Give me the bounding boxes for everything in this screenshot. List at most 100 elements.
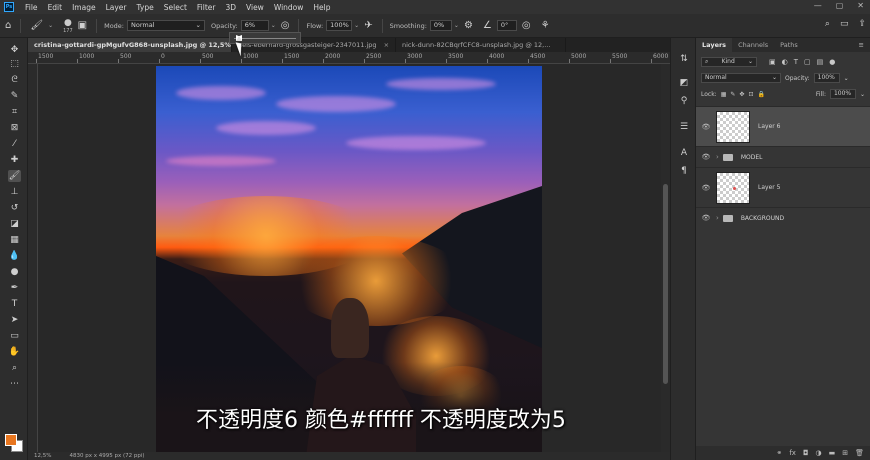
- menu-file[interactable]: File: [20, 3, 43, 12]
- layer-name[interactable]: MODEL: [741, 154, 763, 161]
- menu-select[interactable]: Select: [159, 3, 192, 12]
- link-icon[interactable]: ⚭: [776, 446, 782, 460]
- panel-menu-icon[interactable]: ≡: [859, 38, 870, 52]
- layer-opacity-field[interactable]: 100%: [813, 73, 840, 83]
- gear-icon[interactable]: ⚙: [464, 20, 473, 31]
- chevron-down-icon[interactable]: ⌄: [860, 91, 865, 98]
- tab-nick-dunn[interactable]: nick-dunn-82CBqrfCFC8-unsplash.jpg @ 12,…: [396, 38, 566, 52]
- history-brush-tool-icon[interactable]: ↺: [8, 202, 21, 214]
- crop-tool-icon[interactable]: ⌗: [8, 106, 21, 118]
- layer-row-model[interactable]: 👁 › MODEL: [696, 146, 870, 167]
- chevron-down-icon[interactable]: ⌄: [271, 22, 276, 29]
- eye-icon[interactable]: 👁: [696, 184, 716, 192]
- opacity-field[interactable]: 6%: [240, 20, 269, 31]
- lasso-tool-icon[interactable]: ᘓ: [8, 74, 21, 86]
- layer-name[interactable]: Layer 6: [758, 123, 780, 130]
- menu-filter[interactable]: Filter: [192, 3, 221, 12]
- chevron-down-icon[interactable]: ⌄: [454, 22, 459, 29]
- fill-field[interactable]: 100%: [829, 89, 856, 99]
- menu-view[interactable]: View: [241, 3, 269, 12]
- smart-object-filter-icon[interactable]: ▤: [817, 58, 824, 66]
- adjustments-icon[interactable]: ◩: [678, 78, 690, 90]
- brush-settings-icon[interactable]: ⚲: [678, 96, 690, 108]
- group-icon[interactable]: ▬: [829, 446, 836, 460]
- smoothing-field[interactable]: 0%: [429, 20, 452, 31]
- menu-image[interactable]: Image: [67, 3, 101, 12]
- rectangle-tool-icon[interactable]: ▭: [8, 330, 21, 342]
- layer-row-layer-6[interactable]: 👁 Layer 6: [696, 106, 870, 146]
- tab-paths[interactable]: Paths: [774, 38, 804, 52]
- pressure-opacity-icon[interactable]: ◎: [281, 20, 290, 31]
- trash-icon[interactable]: 🗑: [855, 446, 864, 460]
- lock-position-icon[interactable]: ✥: [739, 91, 744, 98]
- search-icon[interactable]: ⌕: [825, 19, 830, 29]
- mask-icon[interactable]: ◘: [803, 446, 809, 460]
- layer-name[interactable]: Layer 5: [758, 184, 780, 191]
- eye-icon[interactable]: 👁: [696, 123, 716, 131]
- eye-icon[interactable]: 👁: [696, 214, 716, 222]
- share-icon[interactable]: ⇪: [858, 19, 866, 29]
- more-tools-icon[interactable]: ⋯: [8, 378, 21, 390]
- workspace-icon[interactable]: ▭: [840, 19, 849, 29]
- brush-tool-icon[interactable]: 🖌: [30, 20, 43, 31]
- properties-icon[interactable]: ☰: [678, 122, 690, 134]
- menu-window[interactable]: Window: [269, 3, 309, 12]
- brush-tool-icon[interactable]: 🖌: [8, 170, 21, 182]
- zoom-tool-icon[interactable]: ⌕: [8, 362, 21, 374]
- adjustment-icon[interactable]: ◑: [816, 446, 822, 460]
- zoom-level[interactable]: 12,5%: [34, 452, 51, 460]
- brush-settings-icon[interactable]: ▣: [78, 20, 87, 31]
- character-icon[interactable]: A: [678, 148, 690, 160]
- menu-help[interactable]: Help: [308, 3, 335, 12]
- pressure-size-icon[interactable]: ◎: [522, 20, 531, 31]
- tab-channels[interactable]: Channels: [732, 38, 774, 52]
- lock-transparency-icon[interactable]: ▦: [721, 91, 727, 98]
- chevron-right-icon[interactable]: ›: [716, 214, 719, 222]
- brush-preset-picker[interactable]: ● 177: [63, 18, 73, 34]
- close-window-button[interactable]: ✕: [857, 1, 864, 10]
- layer-row-background[interactable]: 👁 › BACKGROUND: [696, 207, 870, 228]
- menu-3d[interactable]: 3D: [220, 3, 241, 12]
- menu-layer[interactable]: Layer: [101, 3, 132, 12]
- marquee-tool-icon[interactable]: ⬚: [8, 58, 21, 70]
- shape-filter-icon[interactable]: ▢: [804, 58, 811, 66]
- new-layer-icon[interactable]: ⊞: [842, 446, 848, 460]
- chevron-right-icon[interactable]: ›: [716, 153, 719, 161]
- scrollbar-thumb[interactable]: [663, 184, 668, 384]
- filter-toggle-icon[interactable]: ●: [829, 58, 835, 66]
- eye-icon[interactable]: 👁: [696, 153, 716, 161]
- lock-artboard-icon[interactable]: ⊡: [748, 91, 753, 98]
- layer-name[interactable]: BACKGROUND: [741, 215, 784, 222]
- blend-mode-select[interactable]: Normal ⌄: [701, 73, 781, 83]
- pen-tool-icon[interactable]: ✒: [8, 282, 21, 294]
- eraser-tool-icon[interactable]: ◪: [8, 218, 21, 230]
- blur-tool-icon[interactable]: 💧: [8, 250, 21, 262]
- airbrush-icon[interactable]: ✈: [364, 20, 372, 31]
- adjustment-filter-icon[interactable]: ◐: [782, 58, 788, 66]
- mode-select[interactable]: Normal ⌄: [127, 20, 205, 31]
- move-tool-icon[interactable]: ✥: [8, 44, 21, 56]
- lock-pixels-icon[interactable]: ✎: [730, 91, 735, 98]
- symmetry-icon[interactable]: ⚘: [541, 20, 550, 31]
- path-selection-tool-icon[interactable]: ➤: [8, 314, 21, 326]
- layer-row-layer-5[interactable]: 👁 Layer 5: [696, 167, 870, 207]
- home-icon[interactable]: ⌂: [5, 20, 11, 31]
- hand-tool-icon[interactable]: ✋: [8, 346, 21, 358]
- close-icon[interactable]: ×: [384, 41, 389, 49]
- eyedropper-tool-icon[interactable]: ⁄: [8, 138, 21, 150]
- frame-tool-icon[interactable]: ⊠: [8, 122, 21, 134]
- dodge-tool-icon[interactable]: ●: [8, 266, 21, 278]
- minimize-button[interactable]: —: [814, 1, 822, 10]
- type-filter-icon[interactable]: T: [794, 58, 798, 66]
- angle-field[interactable]: 0°: [496, 20, 517, 31]
- chevron-down-icon[interactable]: ⌄: [844, 75, 849, 82]
- tab-layers[interactable]: Layers: [696, 38, 733, 52]
- canvas-image[interactable]: [156, 66, 542, 452]
- kind-filter-select[interactable]: ⌕ Kind ⌄: [701, 57, 757, 67]
- chevron-down-icon[interactable]: ⌄: [48, 22, 53, 29]
- maximize-button[interactable]: ▢: [836, 1, 844, 10]
- menu-edit[interactable]: Edit: [43, 3, 68, 12]
- history-icon[interactable]: ⇅: [678, 54, 690, 66]
- quick-select-tool-icon[interactable]: ✎: [8, 90, 21, 102]
- fx-icon[interactable]: fx: [789, 446, 796, 460]
